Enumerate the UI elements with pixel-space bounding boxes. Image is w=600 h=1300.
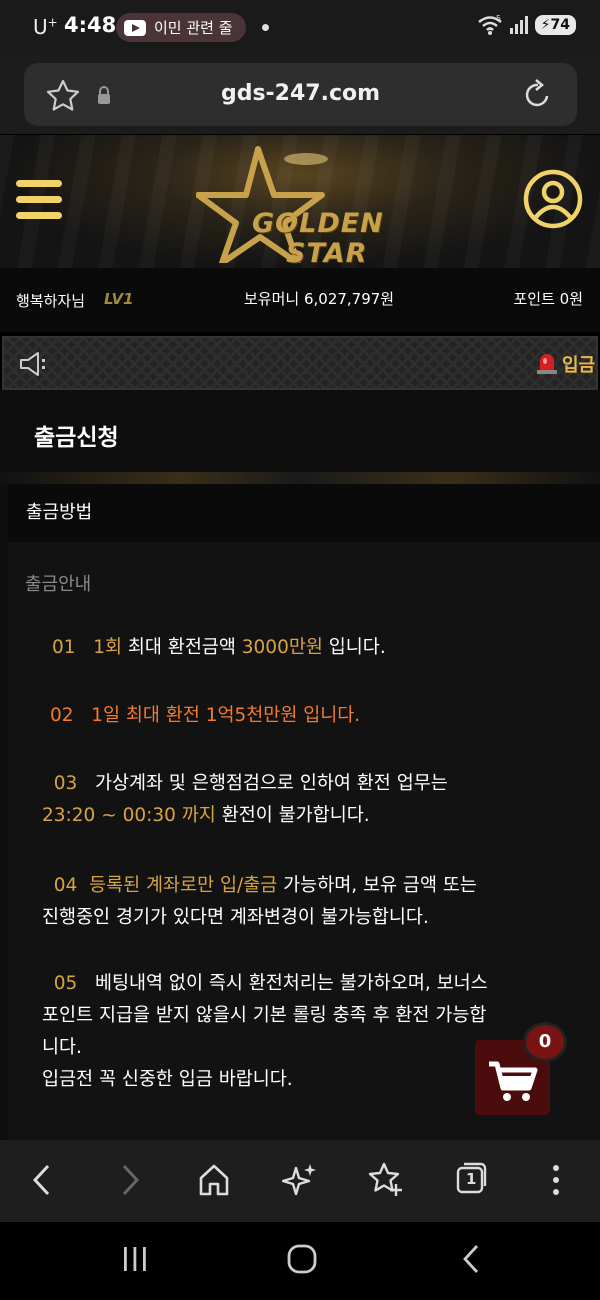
user-account-icon[interactable]: [523, 169, 583, 229]
title-divider: [0, 472, 600, 484]
tabs-button[interactable]: 1: [454, 1160, 488, 1196]
tab-count: 1: [466, 1170, 477, 1188]
notification-pill[interactable]: 이민 관련 줄: [116, 13, 246, 42]
site-header: GOLDEN STAR: [0, 135, 600, 268]
browser-toolbar: gds-247.com: [0, 56, 600, 134]
signal-icon: [509, 16, 528, 34]
notice-item-1: 01 1회 최대 환전금액 3000만원 입니다.: [52, 637, 386, 658]
browser-bottom-bar: 1: [0, 1140, 600, 1222]
logo-text: GOLDEN STAR: [252, 208, 384, 269]
bookmarks-icon[interactable]: [366, 1160, 404, 1200]
ai-sparkle-icon[interactable]: [282, 1160, 318, 1200]
wifi-icon: 5: [477, 14, 502, 35]
page-title: 출금신청: [34, 425, 119, 451]
balance-points: 포인트 0원: [513, 290, 583, 308]
siren-icon: [537, 354, 557, 374]
notice-item-4: 04 등록된 계좌로만 입/출금 가능하며, 보유 금액 또는 진행중인 경기가…: [42, 875, 477, 928]
guide-title: 출금안내: [25, 574, 92, 595]
username: 행복하자님: [16, 292, 86, 310]
home-nav-icon[interactable]: [286, 1244, 318, 1274]
home-icon[interactable]: [197, 1160, 231, 1200]
balance-money: 보유머니 6,027,797원: [244, 290, 395, 308]
carrier-label: U+: [33, 15, 58, 39]
menu-icon[interactable]: [16, 180, 62, 220]
user-info-bar: 행복하자님 LV1 보유머니 6,027,797원 포인트 0원: [0, 268, 600, 332]
battery-icon: ⚡74: [534, 15, 576, 35]
main-content: 출금신청 출금방법 출금안내 01 1회 최대 환전금액 3000만원 입니다.…: [0, 390, 600, 1140]
url-text[interactable]: gds-247.com: [24, 81, 577, 106]
notification-dot: [262, 24, 269, 31]
notice-marquee[interactable]: 입금: [2, 336, 598, 390]
address-bar[interactable]: gds-247.com: [24, 63, 577, 126]
withdraw-method-label: 출금방법: [26, 502, 93, 523]
clock: 4:48: [64, 13, 117, 37]
system-nav-bar: [0, 1222, 600, 1300]
recent-apps-icon[interactable]: [118, 1244, 152, 1274]
forward-icon[interactable]: [114, 1160, 144, 1200]
notice-item-3: 03 가상계좌 및 은행점검으로 인하여 환전 업무는 23:20 ~ 00:3…: [42, 773, 448, 826]
more-menu-icon[interactable]: [546, 1160, 566, 1200]
cart-count-badge: 0: [523, 1022, 567, 1062]
back-nav-icon[interactable]: [458, 1244, 484, 1274]
level-badge: LV1: [104, 290, 134, 308]
back-icon[interactable]: [28, 1160, 58, 1200]
marquee-text: 입금: [562, 355, 596, 376]
notification-text: 이민 관련 줄: [154, 19, 233, 37]
status-icons: 5 ⚡74: [477, 14, 576, 36]
megaphone-icon: [20, 352, 45, 376]
reload-icon[interactable]: [523, 78, 553, 110]
status-bar: U+ 4:48 이민 관련 줄 5 ⚡74: [0, 0, 600, 56]
golden-star-logo[interactable]: GOLDEN STAR: [195, 145, 406, 268]
youtube-icon: [124, 19, 146, 36]
notice-item-2: 02 1일 최대 환전 1억5천만원 입니다.: [50, 705, 361, 726]
svg-text:5: 5: [496, 14, 501, 23]
